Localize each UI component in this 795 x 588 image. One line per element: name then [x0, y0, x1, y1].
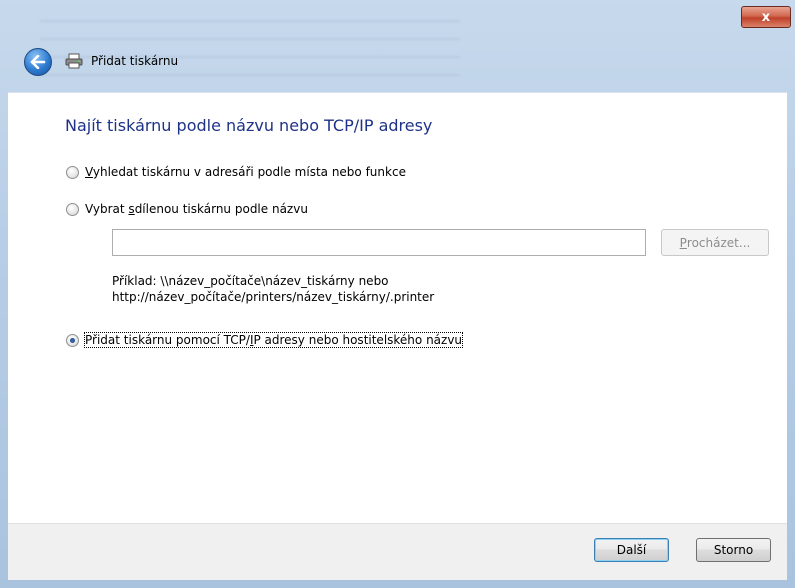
option-tcpip[interactable]: Přidat tiskárnu pomocí TCP/IP adresy neb… — [66, 332, 464, 348]
back-arrow-icon — [30, 55, 46, 69]
close-icon: x — [761, 9, 771, 25]
cancel-button[interactable]: Storno — [696, 538, 771, 562]
radio-select-shared[interactable] — [66, 202, 79, 216]
example-line-2: http://název_počítače/printers/název_tis… — [112, 290, 435, 304]
option-search-directory-label: Vyhledat tiskárnu v adresáři podle místa… — [85, 165, 406, 179]
background-window-ghost — [40, 10, 460, 80]
shared-printer-name-input[interactable] — [112, 229, 646, 256]
next-button[interactable]: Další — [594, 538, 669, 562]
wizard-content: Najít tiskárnu podle názvu nebo TCP/IP a… — [8, 92, 787, 524]
option-search-directory[interactable]: Vyhledat tiskárnu v adresáři podle místa… — [66, 165, 406, 179]
window-frame: x Přidat tiskárnu Najít tiskárnu podle n… — [0, 0, 795, 588]
back-button[interactable] — [24, 48, 52, 76]
radio-tcpip[interactable] — [66, 333, 79, 347]
printer-icon — [65, 53, 83, 69]
page-heading: Najít tiskárnu podle názvu nebo TCP/IP a… — [65, 116, 433, 135]
browse-button[interactable]: Procházet... — [661, 229, 769, 256]
example-text: Příklad: \\název_počítače\název_tiskárny… — [112, 273, 434, 305]
example-line-1: Příklad: \\název_počítače\název_tiskárny… — [112, 274, 389, 288]
close-button[interactable]: x — [741, 6, 791, 28]
option-select-shared[interactable]: Vybrat sdílenou tiskárnu podle názvu — [66, 202, 308, 216]
option-select-shared-label: Vybrat sdílenou tiskárnu podle názvu — [85, 202, 308, 216]
button-bar: Další Storno — [8, 523, 787, 580]
radio-search-directory[interactable] — [66, 165, 79, 179]
option-tcpip-label: Přidat tiskárnu pomocí TCP/IP adresy neb… — [83, 332, 464, 348]
window-title: Přidat tiskárnu — [91, 54, 179, 68]
